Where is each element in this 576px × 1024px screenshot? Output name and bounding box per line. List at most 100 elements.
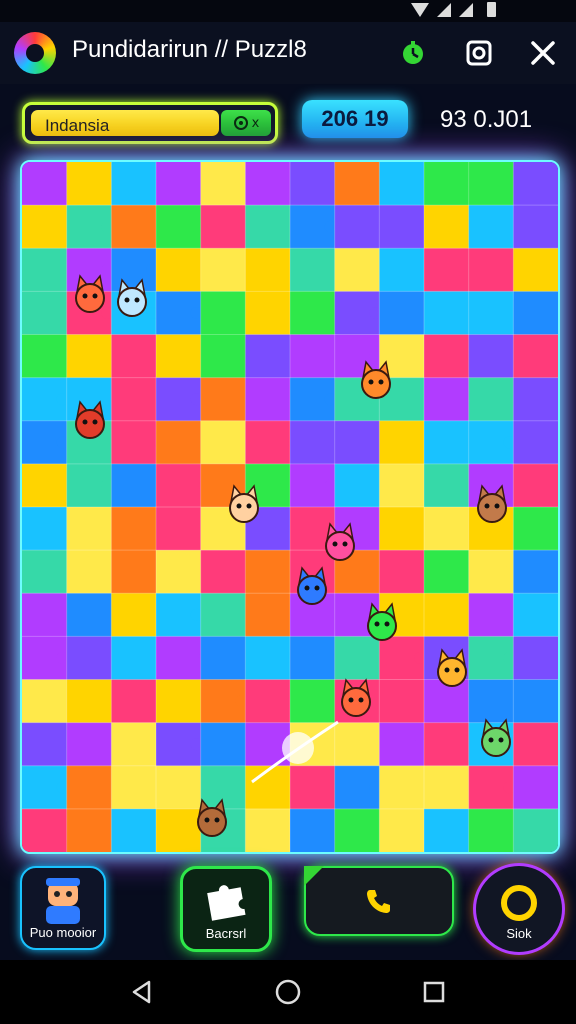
puzzle-piece[interactable] — [513, 550, 558, 594]
puzzle-piece[interactable] — [424, 679, 470, 724]
puzzle-piece[interactable] — [22, 722, 68, 767]
puzzle-piece[interactable] — [424, 420, 470, 465]
close-icon[interactable] — [526, 36, 560, 70]
puzzle-piece[interactable] — [245, 420, 291, 465]
puzzle-piece[interactable] — [513, 679, 558, 724]
puzzle-piece[interactable] — [468, 679, 514, 724]
puzzle-piece[interactable] — [111, 593, 157, 637]
puzzle-piece[interactable] — [513, 636, 558, 680]
puzzle-piece[interactable] — [513, 377, 558, 422]
back-icon[interactable] — [126, 976, 158, 1008]
puzzle-piece[interactable] — [379, 679, 425, 724]
puzzle-piece[interactable] — [379, 205, 425, 249]
stick-button[interactable]: Siok — [476, 866, 562, 952]
puzzle-board[interactable] — [20, 160, 560, 854]
puzzle-piece[interactable] — [334, 463, 380, 508]
puzzle-piece[interactable] — [156, 162, 202, 206]
puzzle-piece[interactable] — [290, 808, 336, 852]
puzzle-piece[interactable] — [245, 679, 291, 724]
puzzle-piece[interactable] — [424, 550, 470, 594]
puzzle-piece[interactable] — [22, 679, 68, 724]
puzzle-piece[interactable] — [111, 550, 157, 594]
puzzle-piece[interactable] — [513, 162, 558, 206]
puzzle-piece[interactable] — [245, 291, 291, 335]
puzzle-piece[interactable] — [424, 291, 470, 335]
puzzle-piece[interactable] — [245, 248, 291, 292]
record-icon[interactable] — [462, 36, 496, 70]
puzzle-piece[interactable] — [111, 636, 157, 680]
puzzle-piece[interactable] — [111, 334, 157, 379]
puzzle-piece[interactable] — [200, 636, 246, 680]
puzzle-piece[interactable] — [66, 636, 112, 680]
puzzle-piece[interactable] — [468, 248, 514, 292]
puzzle-piece[interactable] — [468, 205, 514, 249]
puzzle-piece[interactable] — [379, 550, 425, 594]
puzzle-piece[interactable] — [200, 291, 246, 335]
puzzle-piece[interactable] — [379, 808, 425, 852]
puzzle-piece[interactable] — [468, 334, 514, 379]
puzzle-piece[interactable] — [424, 765, 470, 810]
puzzle-piece[interactable] — [200, 377, 246, 422]
puzzle-piece[interactable] — [468, 162, 514, 206]
recents-icon[interactable] — [418, 976, 450, 1008]
puzzle-piece[interactable] — [424, 463, 470, 508]
puzzle-piece[interactable] — [334, 636, 380, 680]
puzzle-piece[interactable] — [111, 765, 157, 810]
puzzle-piece[interactable] — [66, 722, 112, 767]
puzzle-piece[interactable] — [111, 205, 157, 249]
puzzle-piece[interactable] — [513, 722, 558, 767]
puzzle-piece[interactable] — [22, 248, 68, 292]
puzzle-piece[interactable] — [66, 765, 112, 810]
puzzle-piece[interactable] — [513, 507, 558, 551]
puzzle-piece[interactable] — [290, 679, 336, 724]
puzzle-piece[interactable] — [156, 636, 202, 680]
puzzle-piece[interactable] — [156, 463, 202, 508]
puzzle-piece[interactable] — [513, 765, 558, 810]
home-icon[interactable] — [272, 976, 304, 1008]
puzzle-piece[interactable] — [424, 593, 470, 637]
puzzle-piece[interactable] — [379, 248, 425, 292]
puzzle-piece[interactable] — [22, 593, 68, 637]
puzzle-piece[interactable] — [245, 636, 291, 680]
puzzle-piece[interactable] — [513, 205, 558, 249]
puzzle-piece[interactable] — [111, 162, 157, 206]
puzzle-piece[interactable] — [245, 334, 291, 379]
puzzle-piece[interactable] — [424, 808, 470, 852]
puzzle-piece[interactable] — [379, 765, 425, 810]
puzzle-piece[interactable] — [66, 808, 112, 852]
puzzle-piece[interactable] — [156, 765, 202, 810]
puzzle-piece[interactable] — [66, 162, 112, 206]
puzzle-piece[interactable] — [22, 291, 68, 335]
puzzle-piece[interactable] — [290, 248, 336, 292]
puzzle-grid[interactable] — [22, 162, 558, 852]
puzzle-piece[interactable] — [424, 722, 470, 767]
puzzle-piece[interactable] — [66, 593, 112, 637]
puzzle-piece[interactable] — [468, 593, 514, 637]
puzzle-piece[interactable] — [290, 765, 336, 810]
puzzle-piece[interactable] — [513, 291, 558, 335]
puzzle-piece[interactable] — [245, 162, 291, 206]
puzzle-piece[interactable] — [200, 722, 246, 767]
puzzle-piece[interactable] — [379, 162, 425, 206]
puzzle-piece[interactable] — [22, 550, 68, 594]
shuffle-button[interactable]: Bacrsrl — [180, 866, 272, 952]
puzzle-piece[interactable] — [200, 334, 246, 379]
puzzle-piece[interactable] — [156, 507, 202, 551]
puzzle-piece[interactable] — [468, 377, 514, 422]
puzzle-piece[interactable] — [111, 463, 157, 508]
puzzle-piece[interactable] — [290, 420, 336, 465]
puzzle-piece[interactable] — [334, 808, 380, 852]
call-button[interactable] — [304, 866, 454, 936]
puzzle-piece[interactable] — [200, 420, 246, 465]
puzzle-piece[interactable] — [290, 162, 336, 206]
puzzle-piece[interactable] — [424, 162, 470, 206]
puzzle-piece[interactable] — [66, 550, 112, 594]
puzzle-piece[interactable] — [379, 463, 425, 508]
puzzle-piece[interactable] — [156, 550, 202, 594]
puzzle-piece[interactable] — [379, 291, 425, 335]
puzzle-piece[interactable] — [290, 334, 336, 379]
puzzle-piece[interactable] — [424, 377, 470, 422]
puzzle-piece[interactable] — [513, 334, 558, 379]
puzzle-piece[interactable] — [156, 679, 202, 724]
puzzle-piece[interactable] — [156, 808, 202, 852]
